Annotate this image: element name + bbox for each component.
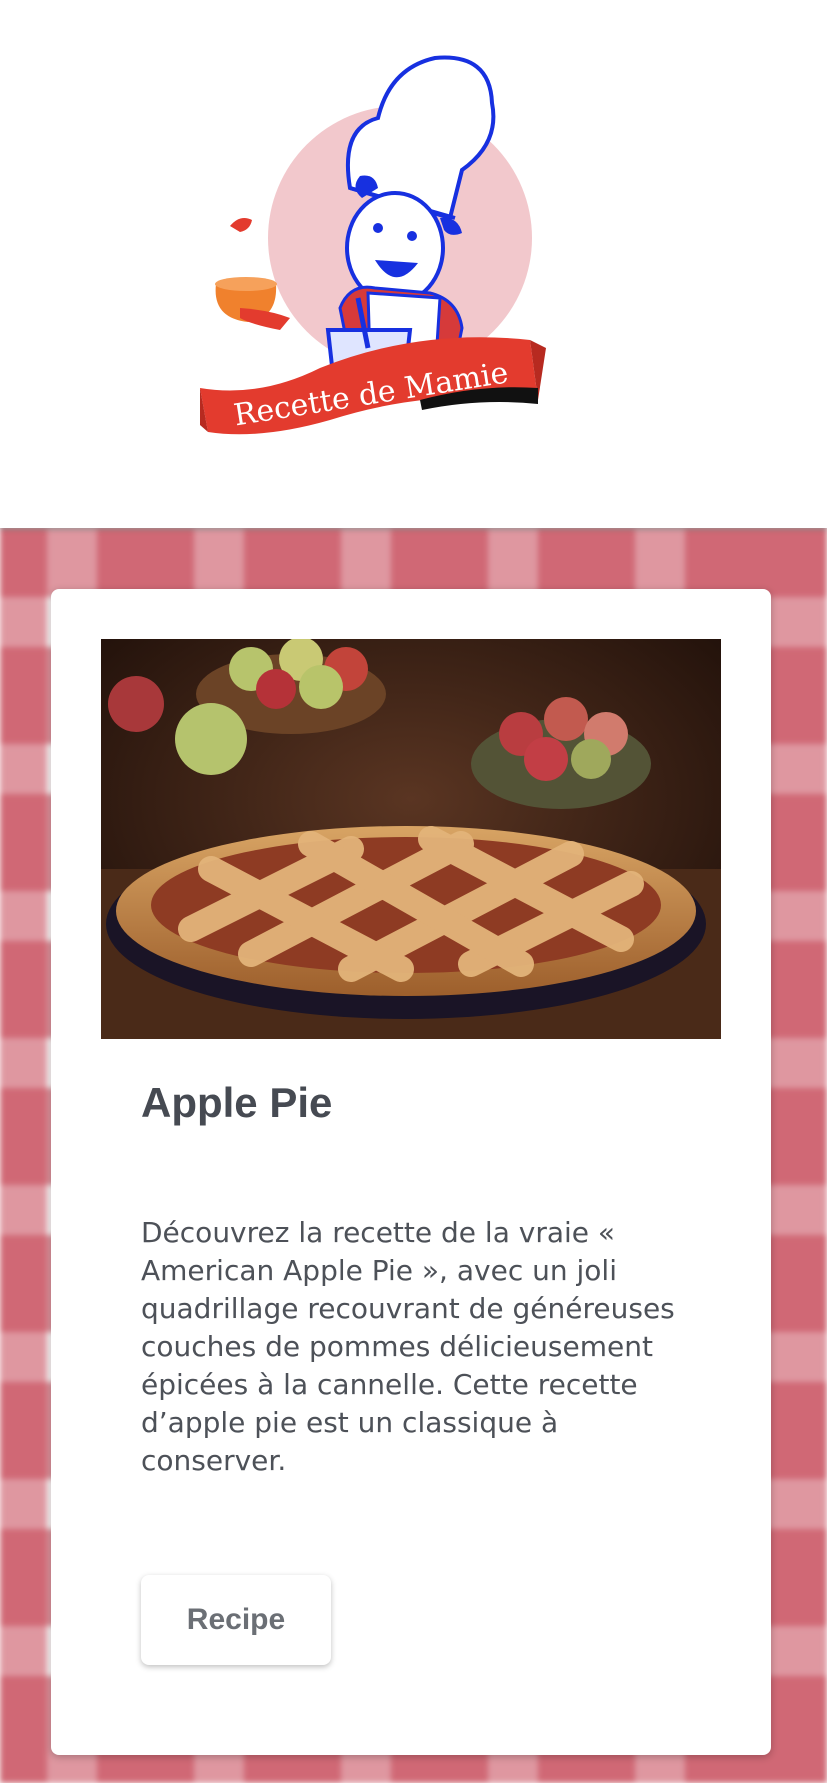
recipe-card: Apple Pie Découvrez la recette de la vra… — [51, 589, 771, 1755]
recipe-description: Découvrez la recette de la vraie « Ameri… — [141, 1216, 675, 1477]
apple-pie-image[interactable] — [101, 639, 721, 1039]
site-header: Recette de Mamie — [0, 0, 827, 528]
recipe-title: Apple Pie — [141, 1079, 333, 1126]
recipe-button[interactable]: Recipe — [141, 1575, 331, 1665]
recette-de-mamie-logo[interactable]: Recette de Mamie — [200, 48, 630, 458]
